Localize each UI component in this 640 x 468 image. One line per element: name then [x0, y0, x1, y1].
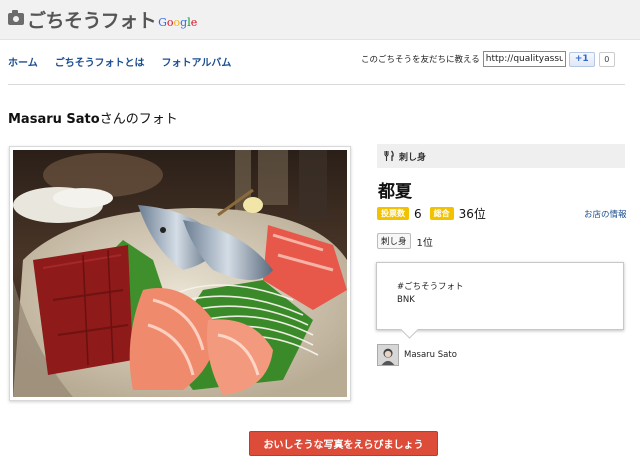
- page-title-suffix: さんのフォト: [99, 112, 178, 127]
- share-panel: このごちそうを友だちに教える +1 0: [361, 51, 615, 67]
- header-divider: [8, 84, 625, 85]
- overall-badge: 総合: [429, 207, 454, 220]
- shop-info-link[interactable]: お店の情報: [584, 208, 627, 220]
- comment-hashtag: #ごちそうフォト: [397, 282, 464, 292]
- site-logo[interactable]: ごちそうフォト Google: [8, 7, 197, 32]
- posts-value: 6: [414, 206, 422, 221]
- shop-name: 都夏: [378, 182, 412, 202]
- google-letter: e: [190, 15, 198, 29]
- page-title: Masaru Satoさんのフォト: [8, 108, 178, 127]
- avatar[interactable]: [377, 344, 399, 366]
- shop-stats: 投票数 6 総合 36位: [377, 205, 494, 222]
- comment-text: BNK: [397, 295, 415, 305]
- category-rank: 1位: [416, 237, 433, 249]
- pick-photos-button[interactable]: おいしそうな写真をえらびましょう: [249, 431, 438, 456]
- page-title-user: Masaru Sato: [8, 112, 100, 127]
- nav-photo-album[interactable]: フォトアルバム: [162, 54, 232, 69]
- overall-rank: 36位: [458, 207, 486, 221]
- category-label: 刺し身: [399, 152, 427, 163]
- comment-bubble: #ごちそうフォト BNK: [376, 262, 624, 330]
- tag-row: 刺し身 1位: [377, 233, 433, 249]
- sashimi-photo: [13, 150, 347, 397]
- share-label: このごちそうを友だちに教える: [361, 55, 480, 65]
- main-photo[interactable]: [9, 146, 351, 401]
- avatar-image: [378, 345, 398, 365]
- google-letter: o: [166, 15, 174, 29]
- plusone-count: 0: [598, 51, 615, 67]
- posts-badge: 投票数: [377, 207, 409, 220]
- share-url-input[interactable]: [482, 51, 566, 67]
- author-name: Masaru Sato: [404, 350, 457, 360]
- plusone-button[interactable]: +1: [568, 51, 595, 67]
- nav-about[interactable]: ごちそうフォトとは: [55, 54, 145, 69]
- nav-home[interactable]: ホーム: [8, 54, 38, 69]
- category-bar: 刺し身: [377, 144, 625, 168]
- main-nav: ホーム ごちそうフォトとは フォトアルバム: [8, 54, 231, 69]
- camera-icon: [8, 10, 24, 25]
- category-tag[interactable]: 刺し身: [377, 233, 411, 249]
- google-logo: Google: [158, 16, 197, 29]
- plusone-label: +1: [574, 54, 589, 64]
- logo-text: ごちそうフォト: [27, 9, 157, 32]
- google-letter: G: [158, 15, 167, 29]
- top-bar: ごちそうフォト Google: [0, 0, 640, 40]
- author-row[interactable]: Masaru Sato: [377, 344, 457, 366]
- fork-knife-icon: [384, 150, 394, 161]
